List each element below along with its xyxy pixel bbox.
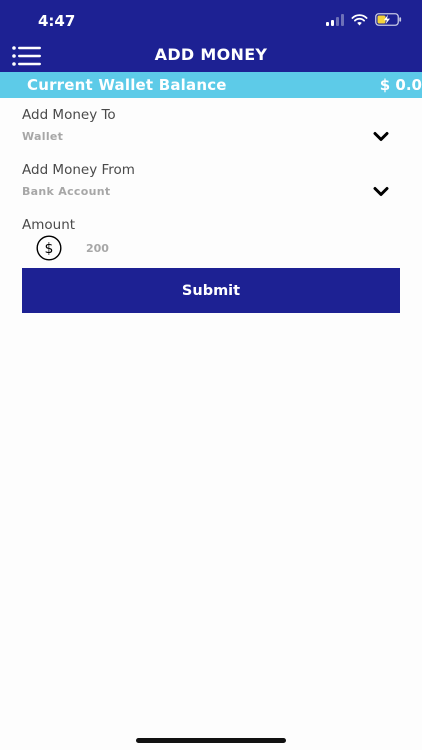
page-title: ADD MONEY [154,45,268,64]
wallet-balance-bar: Current Wallet Balance $ 0.0 [0,72,422,98]
cellular-signal-icon [326,13,344,26]
chevron-down-icon [373,187,389,196]
add-money-to-label: Add Money To [22,107,116,123]
amount-label: Amount [22,217,76,233]
add-money-from-select[interactable]: Bank Account [22,182,400,204]
wallet-balance-value: $ 0.0 [379,76,422,94]
wifi-icon [351,13,368,25]
add-money-from-value: Bank Account [22,185,111,198]
chevron-down-icon [373,132,389,141]
submit-button[interactable]: Submit [22,268,400,313]
svg-text:$: $ [45,241,54,257]
add-money-to-select[interactable]: Wallet [22,127,400,149]
home-indicator[interactable] [136,738,286,743]
wallet-balance-label: Current Wallet Balance [27,76,227,94]
status-icons [326,13,402,26]
top-bar: 4:47 ADD MONEY [0,0,422,72]
dollar-circle-icon: $ [36,235,62,261]
amount-input[interactable] [80,238,380,258]
add-money-screen: 4:47 ADD MONEY Current Wallet Balance $ … [0,0,422,750]
battery-charging-icon [375,13,402,26]
add-money-to-value: Wallet [22,130,64,143]
add-money-from-label: Add Money From [22,162,135,178]
status-time: 4:47 [38,12,76,30]
